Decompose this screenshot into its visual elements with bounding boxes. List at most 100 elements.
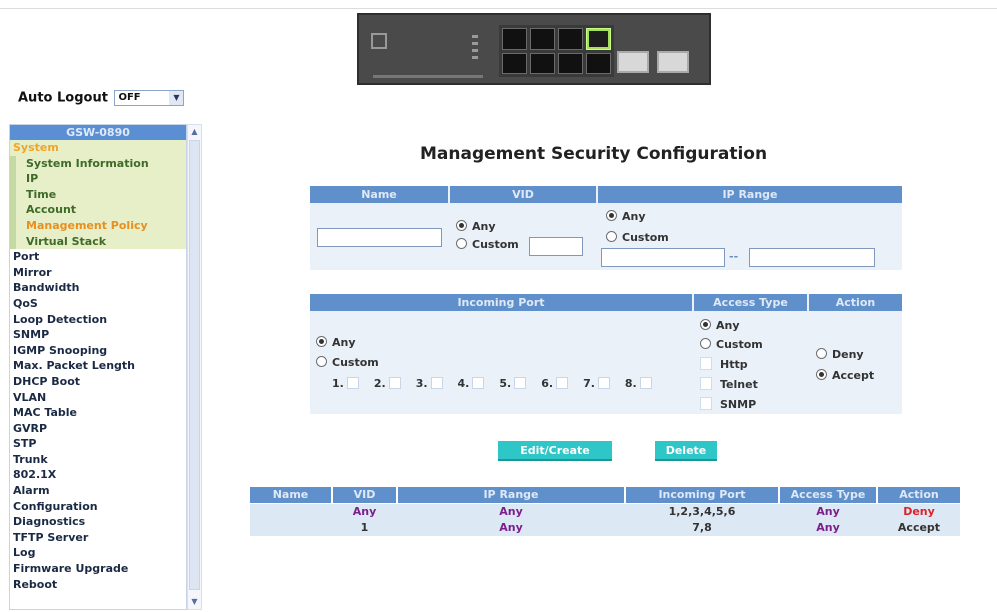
- action-accept-option[interactable]: Accept: [816, 369, 874, 382]
- sidebar-item-account[interactable]: Account: [10, 202, 186, 218]
- sidebar-item-802-1x[interactable]: 802.1X: [10, 467, 186, 483]
- port-checkbox-item[interactable]: 6.: [541, 377, 569, 390]
- table-row[interactable]: 1 Any 7,8 Any Accept: [250, 520, 960, 536]
- port-checkbox[interactable]: [388, 377, 401, 389]
- sidebar-item-virtual-stack[interactable]: Virtual Stack: [10, 233, 186, 250]
- port-checkbox-item[interactable]: 7.: [583, 377, 610, 390]
- sidebar-item-alarm[interactable]: Alarm: [10, 483, 186, 499]
- port-checkbox[interactable]: [346, 377, 359, 389]
- port-custom-radio[interactable]: [316, 356, 327, 367]
- port-checkbox-item[interactable]: 1.: [332, 377, 359, 390]
- sidebar-item-system-information[interactable]: System Information: [10, 155, 186, 172]
- port-checkbox[interactable]: [556, 377, 569, 389]
- port-checkbox[interactable]: [514, 377, 527, 389]
- cell-ip-range: Any: [499, 505, 523, 518]
- auto-logout-select[interactable]: OFF ▼: [114, 90, 185, 106]
- access-http-option[interactable]: Http: [700, 357, 748, 371]
- sidebar-item-mirror[interactable]: Mirror: [10, 265, 186, 281]
- access-http-checkbox[interactable]: [700, 357, 712, 370]
- action-accept-radio[interactable]: [816, 369, 827, 380]
- sidebar-item-igmp-snooping[interactable]: IGMP Snooping: [10, 343, 186, 359]
- sidebar-device-name[interactable]: GSW-0890: [10, 125, 186, 140]
- page-title: Management Security Configuration: [420, 144, 768, 164]
- ip-any-radio[interactable]: [606, 210, 617, 221]
- port-any-radio[interactable]: [316, 336, 327, 347]
- sidebar-item-management-policy[interactable]: Management Policy: [10, 217, 186, 234]
- port-checkbox-item[interactable]: 2.: [374, 377, 401, 390]
- access-any-option[interactable]: Any: [700, 319, 740, 332]
- port-any-option[interactable]: Any: [316, 336, 356, 349]
- port-icon: [586, 52, 611, 74]
- sidebar-item-system[interactable]: System: [10, 140, 186, 156]
- port-checkbox-item[interactable]: 4.: [458, 377, 485, 390]
- sidebar-item-time[interactable]: Time: [10, 186, 186, 203]
- access-snmp-label: SNMP: [720, 398, 757, 411]
- vid-custom-radio[interactable]: [456, 238, 467, 249]
- action-deny-radio[interactable]: [816, 348, 827, 359]
- sidebar-item-vlan[interactable]: VLAN: [10, 390, 186, 406]
- cell-name: [250, 504, 331, 520]
- vid-custom-input[interactable]: [529, 237, 583, 256]
- sidebar-item-ip[interactable]: IP: [10, 171, 186, 187]
- sidebar-item-dhcp-boot[interactable]: DHCP Boot: [10, 374, 186, 390]
- ip-range-from-input[interactable]: [601, 248, 725, 267]
- access-telnet-checkbox[interactable]: [700, 377, 712, 390]
- port-number-label: 8.: [624, 377, 637, 390]
- sidebar-item-loop-detection[interactable]: Loop Detection: [10, 312, 186, 328]
- sidebar-item-gvrp[interactable]: GVRP: [10, 421, 186, 437]
- sidebar-item-configuration[interactable]: Configuration: [10, 499, 186, 515]
- ip-custom-radio[interactable]: [606, 231, 617, 242]
- port-icon: [558, 52, 583, 74]
- vid-any-option[interactable]: Any: [456, 220, 496, 233]
- column-header-incoming-port: Incoming Port: [310, 294, 692, 311]
- sidebar-item-qos[interactable]: QoS: [10, 296, 186, 312]
- port-checkbox[interactable]: [597, 377, 610, 389]
- name-input[interactable]: [317, 228, 442, 247]
- vid-any-radio[interactable]: [456, 220, 467, 231]
- cell-access-type: Any: [816, 521, 840, 534]
- table-row[interactable]: Any Any 1,2,3,4,5,6 Any Deny: [250, 504, 960, 520]
- device-led-indicators: [472, 35, 478, 59]
- sidebar-item-trunk[interactable]: Trunk: [10, 452, 186, 468]
- device-front-panel-image: [357, 13, 711, 85]
- sidebar-item-diagnostics[interactable]: Diagnostics: [10, 514, 186, 530]
- access-telnet-option[interactable]: Telnet: [700, 377, 758, 391]
- column-header-access-type: Access Type: [694, 294, 807, 311]
- chevron-down-icon[interactable]: ▼: [169, 91, 184, 105]
- vid-custom-option[interactable]: Custom: [456, 238, 519, 251]
- access-custom-radio[interactable]: [700, 338, 711, 349]
- sidebar-item-tftp-server[interactable]: TFTP Server: [10, 530, 186, 546]
- port-checkbox[interactable]: [430, 377, 443, 389]
- access-any-radio[interactable]: [700, 319, 711, 330]
- sidebar-item-reboot[interactable]: Reboot: [10, 577, 186, 593]
- access-snmp-option[interactable]: SNMP: [700, 397, 756, 411]
- delete-button[interactable]: Delete: [655, 441, 717, 461]
- port-checkbox[interactable]: [639, 377, 652, 389]
- sidebar-item-bandwidth[interactable]: Bandwidth: [10, 280, 186, 296]
- sidebar-item-port[interactable]: Port: [10, 249, 186, 265]
- port-custom-option[interactable]: Custom: [316, 356, 379, 369]
- access-snmp-checkbox[interactable]: [700, 397, 712, 410]
- sfp-port-icon: [657, 51, 689, 73]
- ip-custom-option[interactable]: Custom: [606, 231, 669, 244]
- sidebar-item-firmware-upgrade[interactable]: Firmware Upgrade: [10, 561, 186, 577]
- sidebar-item-snmp[interactable]: SNMP: [10, 327, 186, 343]
- port-checkbox[interactable]: [472, 377, 485, 389]
- sidebar-item-log[interactable]: Log: [10, 545, 186, 561]
- scroll-up-icon[interactable]: ▲: [188, 125, 201, 139]
- port-checkbox-item[interactable]: 3.: [416, 377, 443, 390]
- sidebar-item-mac-table[interactable]: MAC Table: [10, 405, 186, 421]
- scroll-down-icon[interactable]: ▼: [188, 595, 201, 609]
- port-checkbox-item[interactable]: 8.: [625, 377, 652, 390]
- scrollbar-thumb[interactable]: [189, 140, 200, 590]
- ip-any-option[interactable]: Any: [606, 210, 646, 223]
- access-custom-option[interactable]: Custom: [700, 338, 763, 351]
- action-deny-option[interactable]: Deny: [816, 348, 864, 361]
- sidebar-item-stp[interactable]: STP: [10, 436, 186, 452]
- port-checkbox-item[interactable]: 5.: [499, 377, 527, 390]
- sidebar-scrollbar[interactable]: ▲ ▼: [187, 124, 202, 610]
- ip-range-to-input[interactable]: [749, 248, 875, 267]
- sidebar-item-max-packet-length[interactable]: Max. Packet Length: [10, 358, 186, 374]
- port-number-label: 1.: [332, 377, 344, 390]
- edit-create-button[interactable]: Edit/Create: [498, 441, 612, 461]
